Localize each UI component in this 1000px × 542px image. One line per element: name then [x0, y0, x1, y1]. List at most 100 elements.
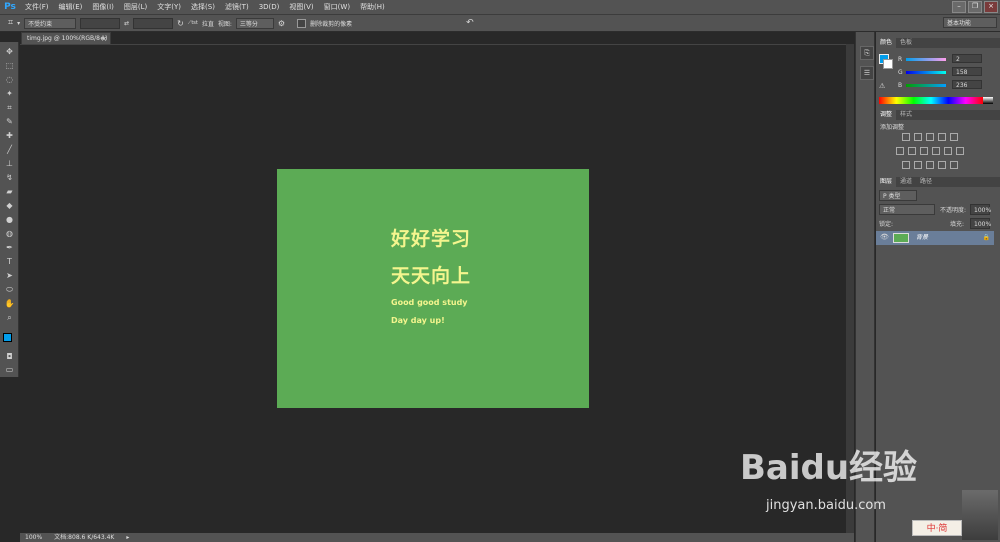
brightness-icon[interactable]: [902, 133, 910, 141]
hue-saturation-icon[interactable]: [896, 147, 904, 155]
vibrance-icon[interactable]: [950, 133, 958, 141]
tab-paths[interactable]: 路径: [916, 177, 936, 187]
threshold-icon[interactable]: [926, 161, 934, 169]
workspace-select[interactable]: 基本功能: [943, 17, 997, 28]
layer-row-background[interactable]: 👁 背景 🔒: [876, 231, 994, 245]
green-value-input[interactable]: 158: [952, 67, 982, 76]
menu-image[interactable]: 图像(I): [87, 0, 119, 14]
view-select[interactable]: 三等分: [235, 17, 274, 29]
black-white-icon[interactable]: [920, 147, 928, 155]
menu-select[interactable]: 选择(S): [186, 0, 220, 14]
healing-brush-tool-icon[interactable]: ✚: [4, 130, 15, 141]
history-brush-tool-icon[interactable]: ↯: [4, 172, 15, 183]
color-spectrum[interactable]: [879, 97, 983, 104]
menu-window[interactable]: 窗口(W): [319, 0, 355, 14]
red-value-input[interactable]: 2: [952, 54, 982, 63]
foreground-color-swatch[interactable]: [3, 333, 12, 342]
gear-icon[interactable]: ⚙: [278, 19, 285, 28]
close-button[interactable]: ×: [984, 1, 998, 13]
tab-adjustments[interactable]: 调整: [876, 110, 897, 120]
opacity-input[interactable]: 100%: [970, 204, 991, 215]
layer-filter-select[interactable]: P 类型: [879, 190, 917, 201]
hand-tool-icon[interactable]: ✋: [4, 298, 15, 309]
background-color-swatch[interactable]: [883, 59, 893, 69]
zoom-tool-icon[interactable]: ⌕: [4, 312, 15, 323]
eye-icon[interactable]: 👁: [880, 233, 889, 241]
eyedropper-tool-icon[interactable]: ✎: [4, 116, 15, 127]
straighten-label: 拉直: [201, 20, 214, 28]
zoom-level[interactable]: 100%: [25, 533, 42, 542]
marquee-tool-icon[interactable]: ⬚: [4, 60, 15, 71]
red-slider[interactable]: [906, 58, 946, 61]
pen-tool-icon[interactable]: ✒: [4, 242, 15, 253]
stamp-tool-icon[interactable]: ⊥: [4, 158, 15, 169]
crop-tool-icon[interactable]: ⌗: [4, 102, 15, 113]
minimize-button[interactable]: –: [952, 1, 966, 13]
dodge-tool-icon[interactable]: ◍: [4, 228, 15, 239]
properties-icon[interactable]: ☰: [860, 66, 874, 80]
blue-slider[interactable]: [906, 84, 946, 87]
channel-mixer-icon[interactable]: [944, 147, 952, 155]
blend-mode-select[interactable]: 正常: [879, 204, 935, 215]
menu-view[interactable]: 视图(V): [284, 0, 318, 14]
tab-layers[interactable]: 图层: [876, 177, 897, 187]
opacity-label: 不透明度:: [940, 207, 967, 214]
menu-filter[interactable]: 滤镜(T): [220, 0, 254, 14]
document-canvas[interactable]: 好好学习 天天向上 Good good study Day day up!: [277, 169, 589, 408]
curves-icon[interactable]: [926, 133, 934, 141]
status-bar: 100% 文档:808.6 K/643.4K ▸: [20, 533, 854, 542]
magic-wand-tool-icon[interactable]: ✦: [4, 88, 15, 99]
tab-swatches[interactable]: 色板: [896, 38, 916, 48]
grayscale-ramp[interactable]: [983, 97, 993, 104]
levels-icon[interactable]: [914, 133, 922, 141]
clear-icon[interactable]: ↻: [177, 19, 184, 28]
shape-tool-icon[interactable]: ⬭: [4, 284, 15, 295]
text-tool-icon[interactable]: T: [4, 256, 15, 267]
quick-mask-icon[interactable]: ◘: [4, 351, 15, 362]
menu-layer[interactable]: 图层(L): [119, 0, 152, 14]
menu-type[interactable]: 文字(Y): [152, 0, 186, 14]
menu-edit[interactable]: 编辑(E): [54, 0, 88, 14]
chevron-down-icon[interactable]: ▾: [17, 20, 20, 27]
gamut-warning-icon[interactable]: ⚠: [879, 82, 885, 90]
move-tool-icon[interactable]: ✥: [4, 46, 15, 57]
posterize-icon[interactable]: [914, 161, 922, 169]
brush-tool-icon[interactable]: ╱: [4, 144, 15, 155]
tab-color[interactable]: 颜色: [876, 38, 897, 48]
ime-indicator[interactable]: 中·简: [912, 520, 962, 536]
menu-bar: Ps 文件(F) 编辑(E) 图像(I) 图层(L) 文字(Y) 选择(S) 滤…: [0, 0, 1000, 14]
exposure-icon[interactable]: [938, 133, 946, 141]
color-lookup-icon[interactable]: [956, 147, 964, 155]
crop-tool-icon[interactable]: ⌗: [8, 18, 13, 28]
status-menu-arrow-icon[interactable]: ▸: [126, 533, 129, 542]
green-slider[interactable]: [906, 71, 946, 74]
restore-button[interactable]: ❐: [968, 1, 982, 13]
fill-input[interactable]: 100%: [970, 218, 991, 229]
menu-3d[interactable]: 3D(D): [254, 0, 285, 14]
delete-cropped-checkbox[interactable]: [297, 18, 307, 28]
invert-icon[interactable]: [902, 161, 910, 169]
menu-file[interactable]: 文件(F): [20, 0, 54, 14]
gradient-map-icon[interactable]: [938, 161, 946, 169]
tab-channels[interactable]: 通道: [896, 177, 916, 187]
photo-filter-icon[interactable]: [932, 147, 940, 155]
path-selection-tool-icon[interactable]: ➤: [4, 270, 15, 281]
width-input[interactable]: [80, 17, 121, 29]
lasso-tool-icon[interactable]: ◌: [4, 74, 15, 85]
straighten-icon[interactable]: ⟋tst: [188, 20, 198, 26]
ratio-preset-select[interactable]: 不受约束: [24, 17, 77, 29]
blue-value-input[interactable]: 236: [952, 80, 982, 89]
gradient-tool-icon[interactable]: ◆: [4, 200, 15, 211]
document-tab[interactable]: timg.jpg @ 100%(RGB/8#) ×: [21, 32, 111, 44]
menu-help[interactable]: 帮助(H): [355, 0, 390, 14]
history-icon[interactable]: ⎘: [860, 46, 874, 60]
color-balance-icon[interactable]: [908, 147, 916, 155]
tab-styles[interactable]: 样式: [896, 110, 916, 120]
selective-color-icon[interactable]: [950, 161, 958, 169]
height-input[interactable]: [133, 17, 174, 29]
eraser-tool-icon[interactable]: ▰: [4, 186, 15, 197]
screen-mode-icon[interactable]: ▭: [4, 364, 15, 375]
reset-icon[interactable]: ↶: [466, 18, 474, 28]
swap-icon[interactable]: ⇄: [124, 20, 129, 27]
blur-tool-icon[interactable]: ●: [4, 214, 15, 225]
